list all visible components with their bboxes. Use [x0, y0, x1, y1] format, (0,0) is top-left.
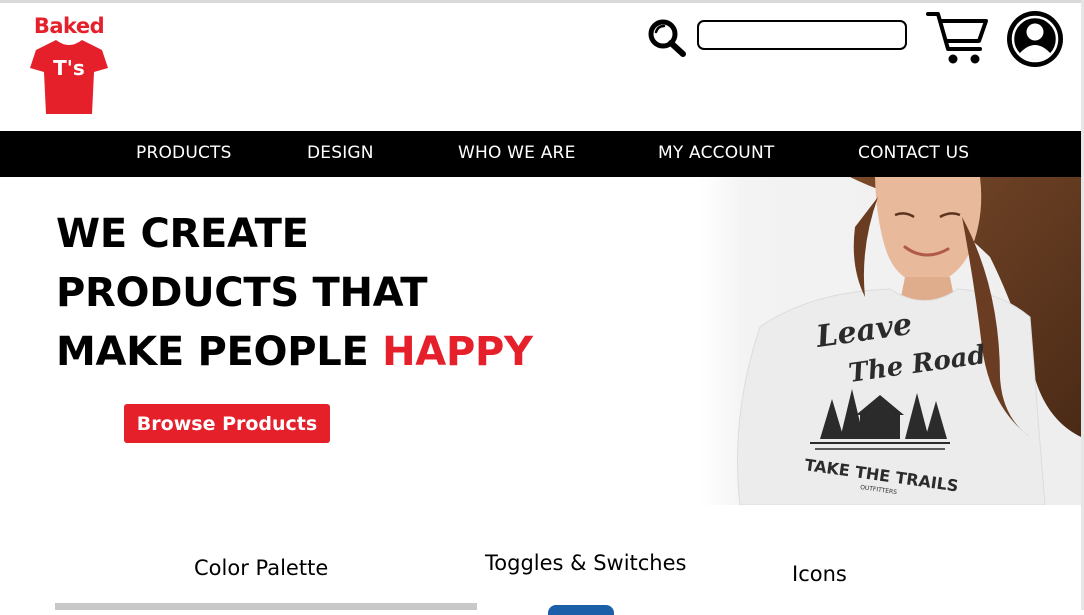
nav-item-design[interactable]: DESIGN	[307, 131, 374, 177]
logo-wordmark: Baked	[33, 14, 105, 38]
color-palette-swatch	[55, 603, 477, 610]
toggles-switches-heading: Toggles & Switches	[485, 551, 687, 575]
hero-headline: WE CREATE PRODUCTS THAT MAKE PEOPLE HAPP…	[56, 205, 533, 382]
browse-products-button[interactable]: Browse Products	[124, 404, 330, 443]
hero-accent-word: HAPPY	[382, 329, 533, 375]
toggle-switch[interactable]	[548, 605, 614, 615]
user-avatar-icon[interactable]	[1006, 10, 1064, 68]
main-nav: PRODUCTS DESIGN WHO WE ARE MY ACCOUNT CO…	[0, 131, 1081, 177]
logo-shirt-text: T's	[53, 56, 85, 80]
hero-line-2: PRODUCTS THAT	[56, 270, 428, 316]
nav-item-contact-us[interactable]: CONTACT US	[858, 131, 969, 177]
search-icon[interactable]	[646, 18, 688, 58]
search-input[interactable]	[697, 20, 907, 50]
color-palette-heading: Color Palette	[194, 556, 329, 580]
cart-icon[interactable]	[926, 11, 990, 65]
nav-item-who-we-are[interactable]: WHO WE ARE	[458, 131, 576, 177]
hero-model-photo: Leave The Road TAKE THE TRAILS OUTFITTER…	[700, 177, 1081, 505]
hero-line-1: WE CREATE	[56, 211, 309, 257]
icons-heading: Icons	[792, 562, 847, 586]
brand-logo[interactable]: Baked T's	[28, 14, 110, 118]
top-border	[0, 0, 1084, 3]
hero-line-3: MAKE PEOPLE	[56, 329, 369, 375]
nav-item-my-account[interactable]: MY ACCOUNT	[658, 131, 774, 177]
nav-item-products[interactable]: PRODUCTS	[136, 131, 232, 177]
